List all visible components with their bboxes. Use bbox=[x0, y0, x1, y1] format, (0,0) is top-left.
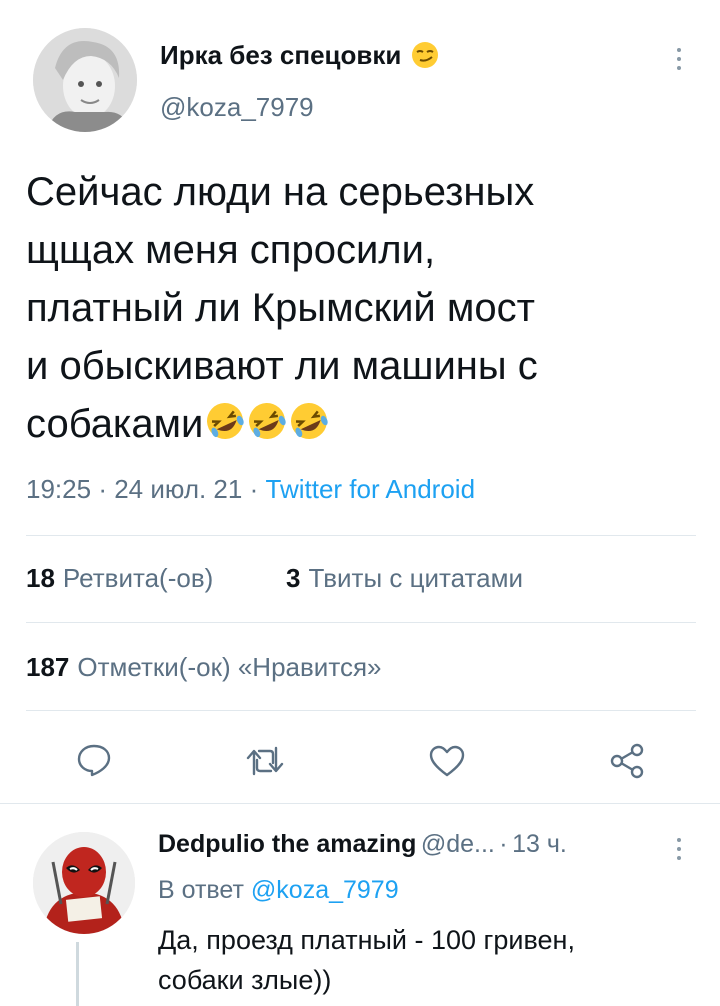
tweet-text-line: платный ли Крымский мост bbox=[26, 286, 535, 330]
reply-to-line: В ответ @koza_7979 bbox=[158, 876, 399, 904]
author-avatar[interactable] bbox=[33, 28, 137, 132]
rofl-emoji bbox=[291, 403, 329, 439]
reply-text: Да, проезд платный - 100 гривен, собаки … bbox=[158, 920, 668, 1000]
reply-header: Dedpulio the amazing @de... · 13 ч. bbox=[158, 830, 567, 858]
reply-time: 13 ч. bbox=[512, 830, 567, 858]
retweet-icon[interactable] bbox=[245, 744, 285, 778]
reply-to-handle-link[interactable]: @koza_7979 bbox=[251, 876, 399, 904]
tweet-text-line: Сейчас люди на серьезных bbox=[26, 170, 535, 214]
divider bbox=[26, 535, 696, 536]
divider bbox=[0, 803, 720, 804]
reply-author-avatar[interactable] bbox=[33, 832, 135, 934]
more-options-icon[interactable] bbox=[674, 48, 684, 70]
like-icon[interactable] bbox=[428, 744, 466, 778]
reply-text-line: Да, проезд платный - 100 гривен, bbox=[158, 925, 575, 955]
reply-author-handle[interactable]: @de... bbox=[421, 830, 495, 858]
rofl-emoji bbox=[249, 403, 287, 439]
reply-more-options-icon[interactable] bbox=[674, 838, 684, 860]
share-icon[interactable] bbox=[608, 742, 646, 780]
reply-icon[interactable] bbox=[76, 742, 112, 778]
author-name[interactable]: Ирка без спецовки bbox=[160, 40, 401, 70]
tweet-text-line-last: собаками bbox=[26, 395, 676, 453]
smirking-face-emoji bbox=[411, 42, 438, 68]
author-handle[interactable]: @koza_7979 bbox=[160, 92, 314, 123]
tweet-text: Сейчас люди на серьезных щщах меня спрос… bbox=[26, 163, 676, 453]
tweet-meta: 19:25 · 24 июл. 21 · Twitter for Android bbox=[26, 474, 476, 504]
tweet-source-link[interactable]: Twitter for Android bbox=[266, 474, 476, 504]
reply-text-line: собаки злые)) bbox=[158, 965, 332, 995]
likes-stat[interactable]: 187 Отметки(-ок) «Нравится» bbox=[26, 652, 381, 683]
retweets-stat[interactable]: 18 Ретвита(-ов) bbox=[26, 563, 213, 594]
quotes-stat[interactable]: 3 Твиты с цитатами bbox=[286, 563, 523, 594]
tweet-time: 19:25 bbox=[26, 474, 92, 504]
tweet-text-line: щщах меня спросили, bbox=[26, 228, 436, 272]
reply-author-name[interactable]: Dedpulio the amazing bbox=[158, 830, 416, 858]
deadpool-photo bbox=[33, 832, 135, 934]
tweet-text-line: и обыскивают ли машины с bbox=[26, 344, 538, 388]
thread-line bbox=[76, 942, 79, 1006]
tweet-date: 24 июл. 21 bbox=[114, 474, 243, 504]
rofl-emoji bbox=[207, 403, 245, 439]
divider bbox=[26, 710, 696, 711]
divider bbox=[26, 622, 696, 623]
author-photo bbox=[33, 28, 137, 132]
